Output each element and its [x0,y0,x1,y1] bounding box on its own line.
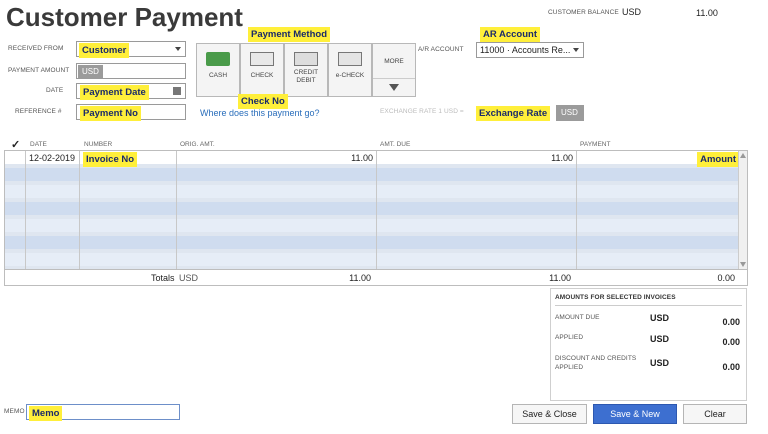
date-label: DATE [46,87,64,94]
where-payment-link[interactable]: Where does this payment go? [200,108,320,118]
discount-credits-label: DISCOUNT AND CREDITS APPLIED [555,355,637,371]
col-date-header: DATE [30,141,47,148]
row-date: 12-02-2019 [29,153,76,163]
applied-currency: USD [650,334,670,344]
payment-amount-label: PAYMENT AMOUNT [8,67,70,74]
applied-label: APPLIED [555,334,584,341]
column-divider [176,151,177,269]
discount-credits-value: 0.00 [722,362,740,372]
ar-account-annotation: AR Account [480,27,541,42]
row-payment[interactable]: Amount [697,152,739,167]
credit-debit-button[interactable]: CREDIT DEBIT [284,43,328,97]
exchange-rate-field[interactable]: USD [556,105,584,121]
payment-method-annotation: Payment Method [248,27,331,42]
customer-balance-value: 11.00 [696,8,718,18]
row-orig-amt: 11.00 [351,153,373,163]
table-row[interactable] [5,236,739,249]
monitor-icon [338,52,362,66]
customer-balance-currency: USD [622,7,642,17]
check-label: CHECK [250,72,274,79]
amount-due-currency: USD [650,313,670,323]
table-row[interactable] [5,202,739,215]
page-title: Customer Payment [6,2,243,32]
chevron-down-icon [389,84,399,91]
credit-debit-label: CREDIT DEBIT [293,69,319,84]
table-row[interactable]: 12-02-2019 Invoice No 11.00 11.00 Amount [5,151,739,167]
totals-label: Totals [151,273,175,283]
received-from-value: Customer [79,43,130,58]
discount-credits-currency: USD [650,358,670,368]
customer-balance-label: CUSTOMER BALANCE [548,9,619,16]
totals-row: Totals USD 11.00 11.00 0.00 [5,269,747,285]
cash-label: CASH [208,72,228,79]
table-row[interactable] [5,253,739,266]
scroll-up-icon[interactable] [740,153,746,158]
column-divider [25,151,26,269]
ar-account-dropdown[interactable]: 11000 · Accounts Re... [476,42,584,58]
clear-button[interactable]: Clear [683,404,747,424]
ar-account-label: A/R ACCOUNT [418,46,464,53]
exchange-rate-currency: USD [561,108,578,117]
memo-label: MEMO [4,408,25,415]
table-scrollbar[interactable] [738,151,747,269]
col-number-header: NUMBER [84,141,113,148]
reference-field[interactable]: Payment No [76,104,186,121]
row-amt-due: 11.00 [551,153,573,163]
table-row[interactable] [5,185,739,198]
table-row[interactable] [5,219,739,232]
totals-payment: 0.00 [717,273,735,283]
echeck-label: e-CHECK [335,72,365,79]
col-orig-amt-header: ORIG. AMT. [180,141,215,148]
summary-divider [555,305,742,306]
col-payment-header: PAYMENT [580,141,611,148]
totals-currency: USD [179,273,199,283]
memo-field[interactable]: Memo [26,404,180,421]
received-from-label: RECEIVED FROM [8,45,64,52]
memo-value: Memo [29,406,63,421]
table-row[interactable] [5,168,739,181]
credit-card-icon [294,52,318,66]
cash-icon [206,52,230,66]
check-icon [250,52,274,66]
more-label: MORE [384,58,404,65]
calendar-icon[interactable] [173,87,181,95]
amount-due-value: 0.00 [722,317,740,327]
amount-due-label: AMOUNT DUE [555,314,600,321]
reference-value: Payment No [80,106,141,121]
column-divider [376,151,377,269]
echeck-button[interactable]: e-CHECK [328,43,372,97]
totals-orig-amt: 11.00 [349,273,371,283]
exchange-rate-annotation: Exchange Rate [476,106,551,121]
cash-button[interactable]: CASH [196,43,240,97]
chevron-down-icon [573,48,579,52]
more-button[interactable]: MORE [372,43,416,97]
row-number: Invoice No [83,152,138,167]
payment-amount-currency: USD [78,65,103,78]
applied-value: 0.00 [722,337,740,347]
col-amt-due-header: AMT. DUE [380,141,411,148]
table-body: 12-02-2019 Invoice No 11.00 11.00 Amount [5,151,739,269]
payment-amount-field[interactable]: USD [76,63,186,79]
check-no-annotation: Check No [238,94,288,109]
scroll-down-icon[interactable] [740,262,746,267]
date-field[interactable]: Payment Date [76,83,186,100]
save-close-button[interactable]: Save & Close [512,404,587,424]
check-button[interactable]: CHECK [240,43,284,97]
summary-title: AMOUNTS FOR SELECTED INVOICES [555,294,676,301]
summary-panel: AMOUNTS FOR SELECTED INVOICES AMOUNT DUE… [550,288,747,401]
invoice-table: 12-02-2019 Invoice No 11.00 11.00 Amount… [4,150,748,286]
totals-amt-due: 11.00 [549,273,571,283]
save-new-button[interactable]: Save & New [593,404,677,424]
received-from-dropdown[interactable]: Customer [76,41,186,58]
chevron-down-icon [175,47,181,51]
reference-label: REFERENCE # [15,108,62,115]
column-divider [79,151,80,269]
exchange-rate-label: EXCHANGE RATE 1 USD = [380,108,464,115]
ar-account-value: 11000 · Accounts Re... [480,45,571,55]
date-value: Payment Date [80,85,149,100]
column-divider [576,151,577,269]
